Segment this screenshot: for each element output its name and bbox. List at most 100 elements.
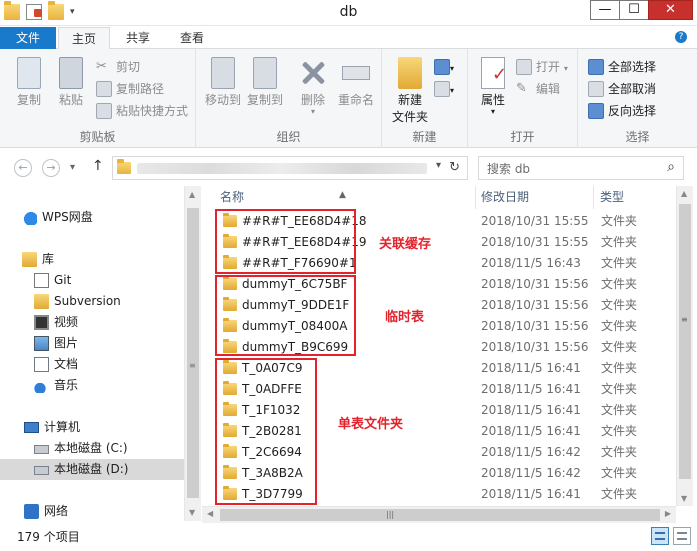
file-type: 文件夹 xyxy=(601,487,638,501)
invert-selection-label: 反向选择 xyxy=(608,104,657,118)
new-folder-label-2: 文件夹 xyxy=(391,110,428,124)
select-none-icon xyxy=(588,81,604,97)
select-none-button[interactable]: 全部取消 xyxy=(588,79,656,99)
tab-home[interactable]: 主页 xyxy=(58,27,110,50)
copy-to-icon xyxy=(253,57,277,89)
column-header-name[interactable]: 名称 ▲ xyxy=(202,186,476,209)
scrollbar-thumb[interactable] xyxy=(220,509,660,521)
delete-button[interactable]: 删除 ▾ xyxy=(296,57,330,116)
sidebar-item-computer[interactable]: 计算机 xyxy=(0,417,184,438)
scroll-up-icon[interactable]: ▲ xyxy=(189,190,195,199)
file-modified: 2018/10/31 15:55 xyxy=(481,214,589,228)
tab-share[interactable]: 共享 xyxy=(112,27,164,49)
new-item-icon xyxy=(434,59,450,75)
scroll-left-icon[interactable]: ◀ xyxy=(207,509,213,518)
sidebar-item-git[interactable]: Git xyxy=(0,270,184,291)
scroll-up-icon[interactable]: ▲ xyxy=(681,189,687,198)
back-button[interactable]: ← xyxy=(14,159,32,177)
details-view-icon xyxy=(655,532,665,540)
navigation-pane-scrollbar[interactable]: ▲ ≡ ▼ xyxy=(184,186,201,521)
sidebar-item-documents[interactable]: 文档 xyxy=(0,354,184,375)
sidebar-item-label: 视频 xyxy=(54,315,79,329)
scrollbar-thumb[interactable] xyxy=(187,208,199,498)
minimize-button[interactable]: — xyxy=(590,0,620,20)
sidebar-item-wps[interactable]: WPS网盘 xyxy=(0,207,184,228)
sidebar-item-drive-d[interactable]: 本地磁盘 (D:) xyxy=(0,459,184,480)
sidebar-item-videos[interactable]: 视频 xyxy=(0,312,184,333)
paste-shortcut-button[interactable]: 粘贴快捷方式 xyxy=(96,101,188,121)
properties-button[interactable]: 属性 ▾ xyxy=(476,57,510,116)
network-icon xyxy=(24,504,39,519)
file-type: 文件夹 xyxy=(601,214,638,228)
file-list-horizontal-scrollbar[interactable]: ◀ ||| ▶ xyxy=(202,506,676,523)
clipboard-group: 复制 粘贴 ✂ 剪切 复制路径 粘贴快捷方式 剪贴板 xyxy=(0,49,196,148)
ribbon-tabs: 文件 主页 共享 查看 ? xyxy=(0,27,697,50)
large-icons-view-button[interactable] xyxy=(673,527,691,545)
column-header-type[interactable]: 类型 xyxy=(594,186,676,209)
copy-to-button[interactable]: 复制到 xyxy=(246,57,284,108)
new-item-dropdown-icon: ▾ xyxy=(450,64,455,73)
sidebar-item-pictures[interactable]: 图片 xyxy=(0,333,184,354)
column-header-modified[interactable]: 修改日期 xyxy=(476,186,594,209)
open-group: 属性 ▾ 打开 ▾ ✎ 编辑 打开 xyxy=(468,49,578,148)
sidebar-item-subversion[interactable]: Subversion xyxy=(0,291,184,312)
sidebar-item-label: WPS网盘 xyxy=(42,210,93,224)
scroll-down-icon[interactable]: ▼ xyxy=(189,508,195,517)
paste-button[interactable]: 粘贴 xyxy=(54,57,88,108)
search-box[interactable]: ⌕ xyxy=(478,156,684,180)
maximize-button[interactable]: ☐ xyxy=(619,0,649,20)
sidebar-item-drive-c[interactable]: 本地磁盘 (C:) xyxy=(0,438,184,459)
scroll-down-icon[interactable]: ▼ xyxy=(681,494,687,503)
copy-button[interactable]: 复制 xyxy=(12,57,46,108)
window-controls: — ☐ ✕ xyxy=(590,0,693,20)
copy-label: 复制 xyxy=(16,93,41,107)
easy-access-button[interactable]: ▾ xyxy=(434,79,454,99)
copy-to-label: 复制到 xyxy=(246,93,283,107)
cut-button[interactable]: ✂ 剪切 xyxy=(96,57,140,77)
select-all-button[interactable]: 全部选择 xyxy=(588,57,656,77)
select-none-label: 全部取消 xyxy=(608,82,657,96)
forward-button[interactable]: → xyxy=(42,159,60,177)
file-modified: 2018/11/5 16:41 xyxy=(481,424,581,438)
search-input[interactable] xyxy=(487,161,657,176)
up-arrow-icon[interactable]: ↑ xyxy=(92,158,104,174)
scroll-right-icon[interactable]: ▶ xyxy=(665,509,671,518)
scroll-grip-icon: ≡ xyxy=(189,361,196,370)
delete-dropdown-icon: ▾ xyxy=(310,107,315,116)
new-item-button[interactable]: ▾ xyxy=(434,57,454,77)
move-to-icon xyxy=(211,57,235,89)
computer-icon xyxy=(24,422,39,433)
help-icon[interactable]: ? xyxy=(675,31,687,43)
recent-locations-icon[interactable]: ▾ xyxy=(70,162,75,173)
details-view-button[interactable] xyxy=(651,527,669,545)
close-button[interactable]: ✕ xyxy=(648,0,693,20)
library-icon xyxy=(22,252,37,267)
move-to-button[interactable]: 移动到 xyxy=(204,57,242,108)
file-modified: 2018/10/31 15:56 xyxy=(481,298,589,312)
tab-view[interactable]: 查看 xyxy=(166,27,218,49)
scrollbar-thumb[interactable] xyxy=(679,204,691,479)
column-modified-label: 修改日期 xyxy=(481,190,530,204)
open-button[interactable]: 打开 ▾ xyxy=(516,57,568,77)
file-type: 文件夹 xyxy=(601,382,638,396)
search-icon[interactable]: ⌕ xyxy=(667,159,675,175)
edit-button[interactable]: ✎ 编辑 xyxy=(516,79,560,99)
address-bar[interactable]: ▾ ↻ xyxy=(112,156,468,180)
rename-button[interactable]: 重命名 xyxy=(336,57,376,107)
properties-icon xyxy=(481,57,507,89)
new-folder-button[interactable]: 新建 文件夹 xyxy=(390,57,430,125)
delete-icon xyxy=(297,57,329,89)
sidebar-item-music[interactable]: 音乐 xyxy=(0,375,184,396)
picture-icon xyxy=(34,336,49,351)
copy-path-button[interactable]: 复制路径 xyxy=(96,79,164,99)
invert-selection-button[interactable]: 反向选择 xyxy=(588,101,656,121)
refresh-icon[interactable]: ↻ xyxy=(449,160,460,175)
sidebar-item-network[interactable]: 网络 xyxy=(0,501,184,522)
scissors-icon: ✂ xyxy=(96,59,107,74)
tab-file[interactable]: 文件 xyxy=(0,27,56,49)
column-type-label: 类型 xyxy=(600,190,625,204)
file-list-vertical-scrollbar[interactable]: ▲ ≡ ▼ xyxy=(676,186,693,506)
address-dropdown-icon[interactable]: ▾ xyxy=(436,160,441,171)
sidebar-item-library[interactable]: 库 xyxy=(0,249,184,270)
rename-icon xyxy=(342,66,370,80)
